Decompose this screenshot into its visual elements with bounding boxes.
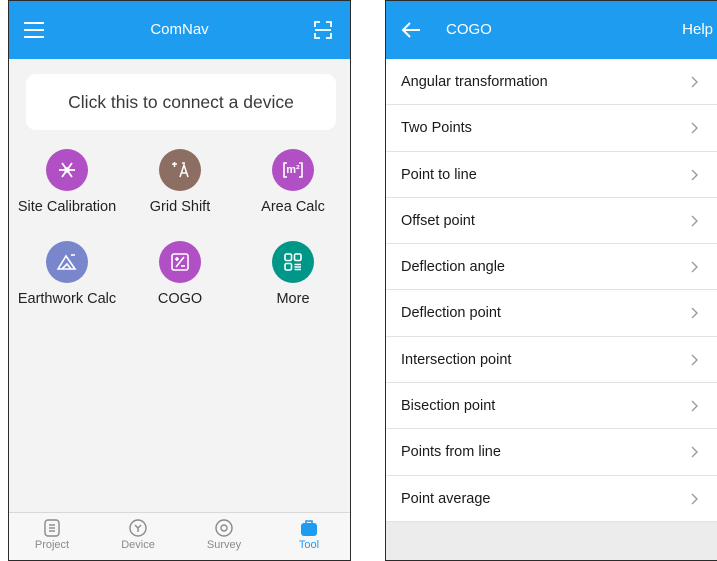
cogo-top-bar: COGO Help <box>386 1 717 59</box>
chevron-right-icon <box>691 169 698 181</box>
area-calc-icon: m² <box>272 149 314 191</box>
nav-project[interactable]: Project <box>9 513 95 560</box>
scan-icon[interactable] <box>312 20 334 40</box>
connect-device-card[interactable]: Click this to connect a device <box>26 74 336 130</box>
help-button[interactable]: Help <box>682 1 713 59</box>
survey-icon <box>214 518 234 538</box>
menu-item-deflection-angle[interactable]: Deflection angle <box>386 244 717 291</box>
cogo-screen: COGO Help Angular transformation Two Poi… <box>385 0 717 561</box>
nav-label: Survey <box>206 539 242 551</box>
tool-site-calibration[interactable]: Site Calibration <box>11 149 123 215</box>
menu-item-angular-transformation[interactable]: Angular transformation <box>386 59 717 106</box>
chevron-right-icon <box>691 122 698 134</box>
menu-item-label: Point to line <box>401 166 477 183</box>
bottom-navigation: Project Device Survey Tool <box>9 512 350 560</box>
menu-item-points-from-line[interactable]: Points from line <box>386 429 717 476</box>
earthwork-calc-icon <box>46 241 88 283</box>
page-title: COGO <box>446 21 492 38</box>
menu-item-label: Points from line <box>401 444 501 461</box>
menu-item-label: Bisection point <box>401 398 496 415</box>
menu-item-label: Intersection point <box>401 351 512 368</box>
cogo-icon <box>159 241 201 283</box>
chevron-right-icon <box>691 446 698 458</box>
menu-item-offset-point[interactable]: Offset point <box>386 197 717 245</box>
chevron-right-icon <box>691 307 698 319</box>
chevron-right-icon <box>691 493 698 505</box>
menu-item-point-to-line[interactable]: Point to line <box>386 151 717 198</box>
tool-label: Site Calibration <box>17 199 117 215</box>
tool-grid-shift[interactable]: Grid Shift <box>124 149 236 215</box>
tool-area-calc[interactable]: m² Area Calc <box>237 149 349 215</box>
tool-screen: ComNav Click this to connect a device Si… <box>8 0 351 561</box>
project-icon <box>42 518 62 538</box>
area-calc-icon-text: m² <box>286 164 300 176</box>
empty-area <box>386 522 717 560</box>
menu-item-deflection-point[interactable]: Deflection point <box>386 290 717 337</box>
tool-label: Grid Shift <box>149 199 211 215</box>
nav-survey[interactable]: Survey <box>181 513 267 560</box>
menu-item-label: Two Points <box>401 120 472 137</box>
menu-item-label: Deflection angle <box>401 259 505 276</box>
tool-label: More <box>276 291 310 307</box>
app-title: ComNav <box>150 21 209 38</box>
menu-item-label: Offset point <box>401 212 475 229</box>
grid-shift-icon <box>159 149 201 191</box>
tool-label: COGO <box>157 291 203 307</box>
site-calibration-icon <box>46 149 88 191</box>
nav-device[interactable]: Device <box>95 513 181 560</box>
chevron-right-icon <box>691 261 698 273</box>
nav-label: Tool <box>298 539 320 551</box>
tool-cogo[interactable]: COGO <box>124 241 236 307</box>
tool-label: Earthwork Calc <box>17 291 117 307</box>
tool-more[interactable]: More <box>237 241 349 307</box>
tool-icon <box>299 518 319 538</box>
app-top-bar: ComNav <box>9 1 350 59</box>
menu-item-bisection-point[interactable]: Bisection point <box>386 383 717 430</box>
tool-earthwork-calc[interactable]: Earthwork Calc <box>11 241 123 307</box>
menu-item-label: Point average <box>401 490 491 507</box>
menu-item-two-points[interactable]: Two Points <box>386 105 717 152</box>
nav-label: Project <box>34 539 70 551</box>
device-icon <box>128 518 148 538</box>
back-arrow-icon[interactable] <box>400 20 422 40</box>
tool-label: Area Calc <box>261 199 325 215</box>
chevron-right-icon <box>691 76 698 88</box>
chevron-right-icon <box>691 215 698 227</box>
menu-item-intersection-point[interactable]: Intersection point <box>386 336 717 384</box>
chevron-right-icon <box>691 354 698 366</box>
nav-tool[interactable]: Tool <box>266 513 350 560</box>
menu-item-label: Deflection point <box>401 305 501 322</box>
nav-label: Device <box>121 539 155 551</box>
chevron-right-icon <box>691 400 698 412</box>
menu-item-label: Angular transformation <box>401 74 548 90</box>
more-icon <box>272 241 314 283</box>
cogo-menu-list: Angular transformation Two Points Point … <box>386 59 717 522</box>
menu-item-point-average[interactable]: Point average <box>386 475 717 522</box>
